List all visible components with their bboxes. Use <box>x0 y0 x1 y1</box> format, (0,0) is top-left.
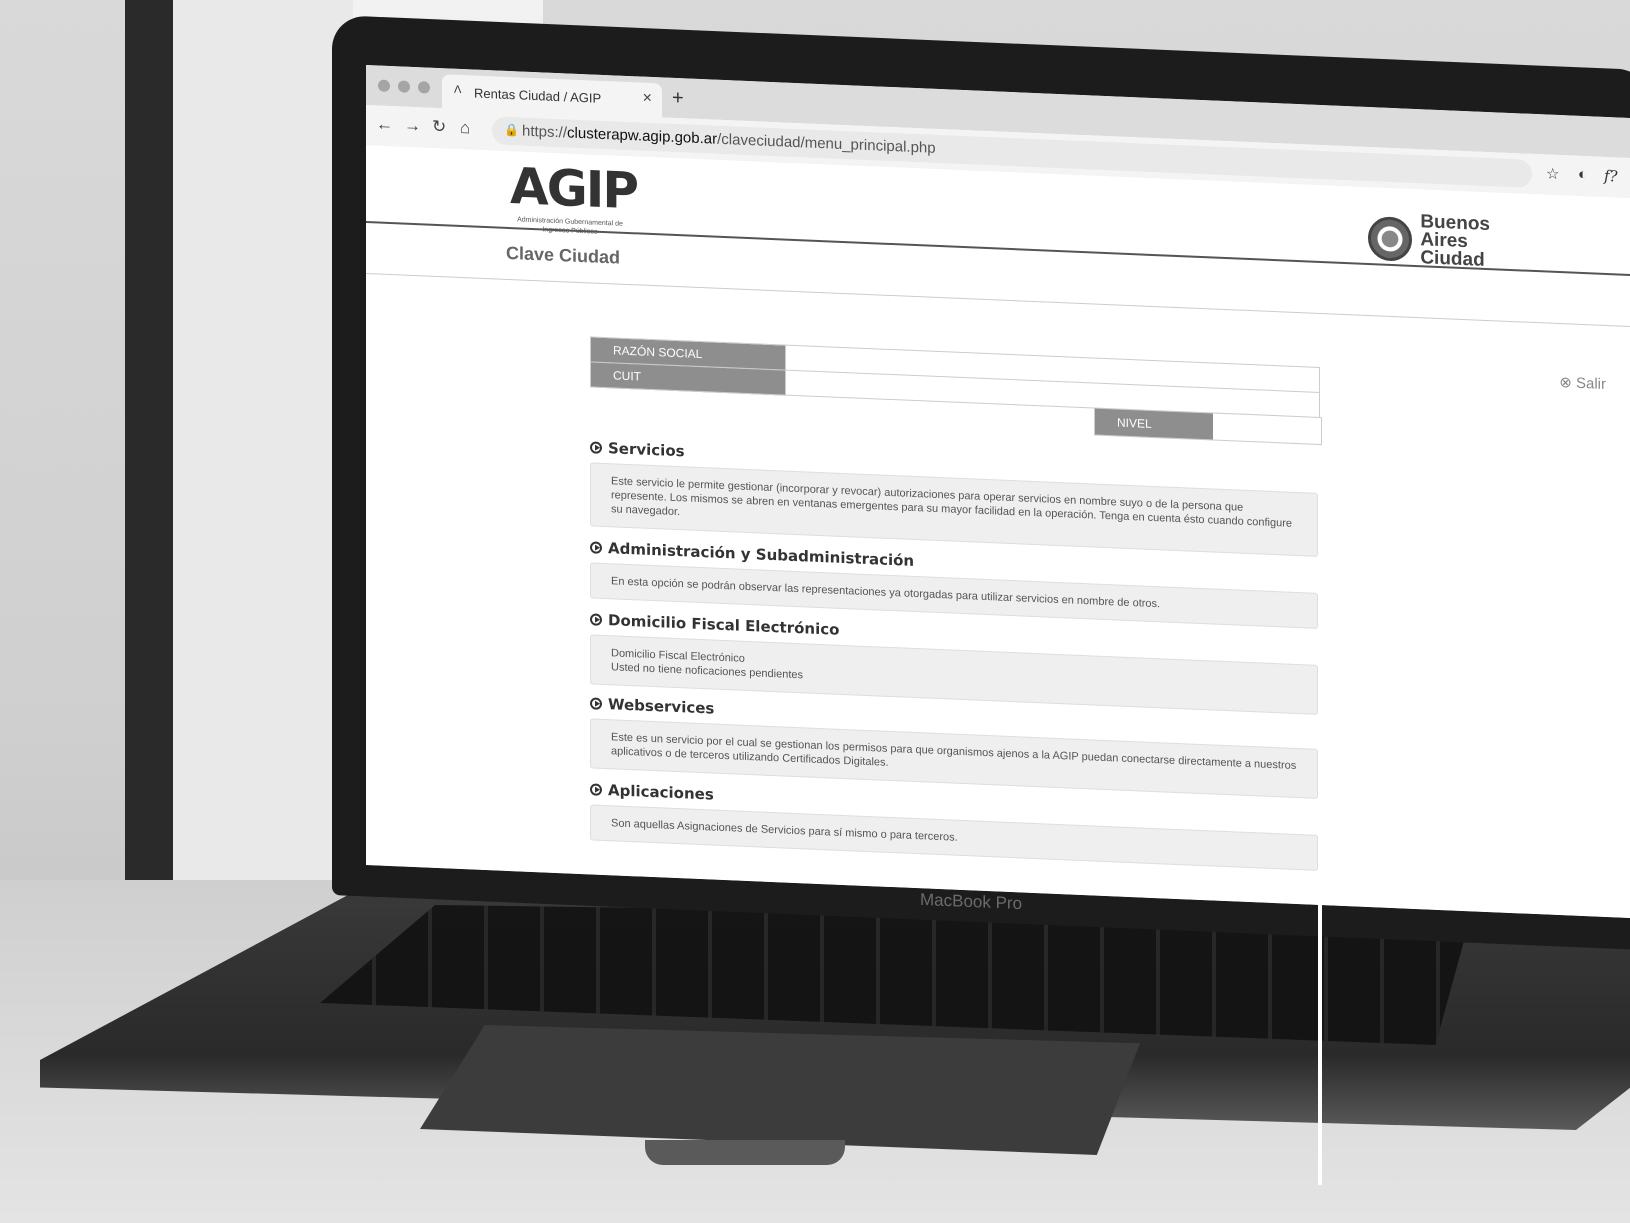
play-circle-icon <box>590 541 602 554</box>
star-icon[interactable]: ☆ <box>1546 164 1559 183</box>
service-title: Aplicaciones <box>608 781 714 804</box>
service-title: Servicios <box>608 439 685 461</box>
play-circle-icon <box>590 783 602 796</box>
tab-title: Rentas Ciudad / AGIP <box>474 85 602 106</box>
title-divider <box>366 273 1630 327</box>
service-servicios[interactable]: Servicios Este servicio le permite gesti… <box>590 438 1318 557</box>
play-circle-icon <box>590 697 602 710</box>
minimize-window-dot[interactable] <box>398 80 410 93</box>
service-title: Webservices <box>608 695 715 718</box>
agip-logo-text: AGIP <box>510 157 637 221</box>
function-icon[interactable]: f? <box>1604 167 1618 186</box>
nivel-label: NIVEL <box>1095 408 1213 440</box>
device-label: MacBook Pro <box>920 889 1023 914</box>
tab-close-icon[interactable]: × <box>643 90 652 108</box>
lock-icon: 🔒 <box>504 122 519 138</box>
home-icon[interactable]: ⌂ <box>460 118 470 138</box>
city-seal-icon <box>1368 216 1413 262</box>
play-circle-icon <box>590 441 602 454</box>
laptop-notch <box>645 1140 845 1165</box>
back-arrow-icon[interactable]: ← <box>376 114 393 135</box>
forward-arrow-icon[interactable]: → <box>404 116 421 137</box>
agip-logo-subtitle: Administración Gubernamental de Ingresos… <box>517 216 623 235</box>
service-title: Domicilio Fiscal Electrónico <box>608 611 840 639</box>
laptop-screen: Λ Rentas Ciudad / AGIP × + ← → ↻ ⌂ 🔒 htt… <box>366 65 1630 918</box>
account-info-table: RAZÓN SOCIAL CUIT <box>590 336 1320 418</box>
url-text: https://clusterapw.agip.gob.ar/claveciud… <box>522 122 936 157</box>
agip-logo: AGIP Administración Gubernamental de Ing… <box>510 157 637 238</box>
logout-label: Salir <box>1575 374 1606 393</box>
maximize-window-dot[interactable] <box>418 81 430 94</box>
new-tab-icon[interactable]: + <box>672 87 684 110</box>
buenos-aires-logo: Buenos Aires Ciudad <box>1368 211 1490 271</box>
page-content: AGIP Administración Gubernamental de Ing… <box>366 145 1630 918</box>
reload-icon[interactable]: ↻ <box>432 117 446 138</box>
decorative-line <box>1318 690 1322 1185</box>
page-title: Clave Ciudad <box>506 242 621 268</box>
ba-logo-text: Buenos Aires Ciudad <box>1420 211 1490 271</box>
close-circle-icon: ⊗ <box>1559 374 1572 392</box>
close-window-dot[interactable] <box>378 79 390 93</box>
shield-icon[interactable]: ◐ <box>1578 166 1587 183</box>
play-circle-icon <box>590 613 602 626</box>
agip-favicon-icon: Λ <box>454 83 462 96</box>
logout-button[interactable]: ⊗ Salir <box>1559 373 1606 393</box>
